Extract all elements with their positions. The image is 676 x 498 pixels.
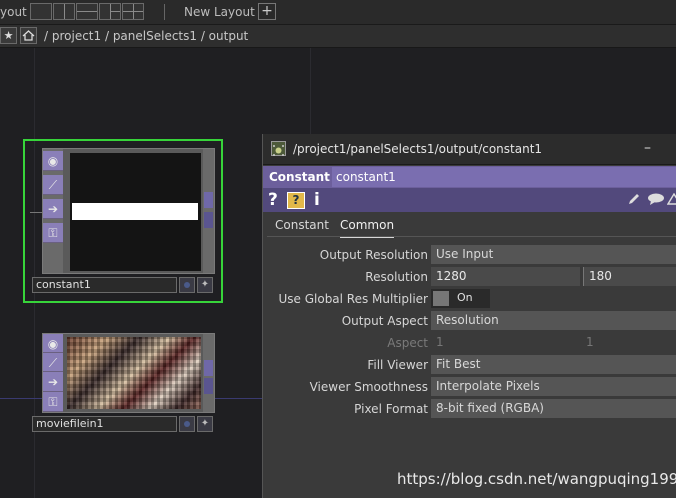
layout-quad-icon[interactable]: [122, 3, 144, 20]
pixel-format-menu[interactable]: 8-bit fixed (RGBA): [431, 399, 676, 418]
output-connector[interactable]: [204, 212, 213, 228]
node-info-button[interactable]: [179, 277, 195, 293]
toggle-knob: [433, 291, 449, 306]
cook-icon[interactable]: ⟋: [43, 353, 63, 372]
fill-viewer-menu[interactable]: Fit Best: [431, 355, 676, 374]
bypass-icon[interactable]: ➔: [43, 199, 63, 219]
node-render-button[interactable]: ✦: [197, 416, 213, 432]
warning-icon[interactable]: [667, 193, 676, 205]
pixel-format-label: Pixel Format: [354, 402, 428, 416]
home-icon[interactable]: [20, 27, 37, 44]
node-flag-strip: ◉ ⟋ ➔ ⚿: [43, 149, 63, 273]
viewer-icon[interactable]: ◉: [43, 151, 63, 171]
minimize-button[interactable]: –: [644, 140, 651, 156]
help-icon[interactable]: ?: [268, 190, 278, 210]
layout-toolbar: yout New Layout +: [0, 0, 676, 25]
cook-icon[interactable]: ⟋: [43, 175, 63, 195]
thumbnail-texture: [67, 337, 201, 409]
info-icon[interactable]: i: [314, 190, 320, 210]
resolution-height-field[interactable]: 180: [583, 267, 676, 286]
output-connector[interactable]: [204, 192, 213, 208]
use-global-res-label: Use Global Res Multiplier: [278, 292, 428, 306]
parameter-dialog: /project1/panelSelects1/output/constant1…: [262, 134, 676, 498]
resolution-width-field[interactable]: 1280: [431, 267, 580, 286]
node-output-strip: [203, 334, 214, 412]
tab-common[interactable]: Common: [340, 218, 395, 238]
node-flag-strip: ◉ ⟋ ➔ ⚿: [43, 334, 63, 412]
output-resolution-label: Output Resolution: [319, 248, 428, 262]
node-name-label[interactable]: constant1: [32, 277, 177, 293]
output-connector[interactable]: [204, 378, 213, 394]
star-icon[interactable]: ★: [0, 27, 17, 44]
param-tabs: Constant Common: [263, 214, 676, 238]
output-aspect-label: Output Aspect: [341, 314, 428, 328]
toggle-state: On: [457, 291, 473, 304]
path-bar: ★ / project1 / panelSelects1 / output: [0, 25, 676, 48]
use-global-res-toggle[interactable]: On: [431, 289, 490, 308]
add-layout-button[interactable]: +: [258, 3, 276, 20]
layout-three-icon[interactable]: [99, 3, 121, 20]
viewer-icon[interactable]: ◉: [43, 334, 63, 353]
output-resolution-menu[interactable]: Use Input: [431, 245, 676, 264]
layout-vsplit-icon[interactable]: [53, 3, 75, 20]
node-info-button[interactable]: [179, 416, 195, 432]
op-type-label: Constant: [269, 170, 330, 184]
input-wire: [30, 212, 42, 213]
bypass-icon[interactable]: ➔: [43, 372, 63, 392]
layout-single-icon[interactable]: [30, 3, 52, 20]
aspect-x-field: 1: [436, 335, 444, 349]
tab-constant[interactable]: Constant: [275, 218, 329, 236]
node-moviefilein1[interactable]: ◉ ⟋ ➔ ⚿: [42, 333, 215, 413]
dialog-title: /project1/panelSelects1/output/constant1: [293, 142, 543, 156]
viewer-smoothness-menu[interactable]: Interpolate Pixels: [431, 377, 676, 396]
comment-icon[interactable]: [647, 193, 665, 205]
op-header: Constant constant1: [263, 166, 676, 188]
node-constant1[interactable]: ◉ ⟋ ➔ ⚿: [42, 148, 215, 274]
op-type-icon: [271, 141, 286, 156]
dialog-titlebar[interactable]: /project1/panelSelects1/output/constant1…: [263, 134, 676, 165]
aspect-label: Aspect: [387, 336, 428, 350]
constant-output-band: [72, 203, 198, 220]
node-viewer: [70, 153, 201, 271]
op-icon-bar: ? ? i: [263, 188, 676, 212]
tab-divider: [267, 236, 676, 237]
output-aspect-menu[interactable]: Resolution: [431, 311, 676, 330]
layout-label: yout: [0, 5, 27, 19]
aspect-y-field: 1: [586, 335, 594, 349]
op-name-field[interactable]: constant1: [332, 167, 676, 187]
lock-icon[interactable]: ⚿: [43, 223, 63, 243]
output-connector[interactable]: [204, 360, 213, 376]
movie-thumbnail: [67, 337, 201, 409]
breadcrumb[interactable]: / project1 / panelSelects1 / output: [44, 29, 248, 43]
watermark: https://blog.csdn.net/wangpuqing1997: [397, 470, 676, 488]
python-help-icon[interactable]: ?: [287, 192, 305, 209]
layout-presets: [30, 3, 145, 20]
node-name-label[interactable]: moviefilein1: [32, 416, 177, 432]
resolution-label: Resolution: [365, 270, 428, 284]
edit-icon[interactable]: [627, 193, 641, 205]
viewer-smoothness-label: Viewer Smoothness: [309, 380, 428, 394]
node-render-button[interactable]: ✦: [197, 277, 213, 293]
grid-line: [310, 48, 311, 134]
new-layout-label: New Layout: [184, 5, 255, 19]
toolbar-divider: [164, 4, 165, 20]
lock-icon[interactable]: ⚿: [43, 392, 63, 412]
layout-hsplit-icon[interactable]: [76, 3, 98, 20]
node-output-strip: [203, 149, 214, 273]
fill-viewer-label: Fill Viewer: [367, 358, 428, 372]
